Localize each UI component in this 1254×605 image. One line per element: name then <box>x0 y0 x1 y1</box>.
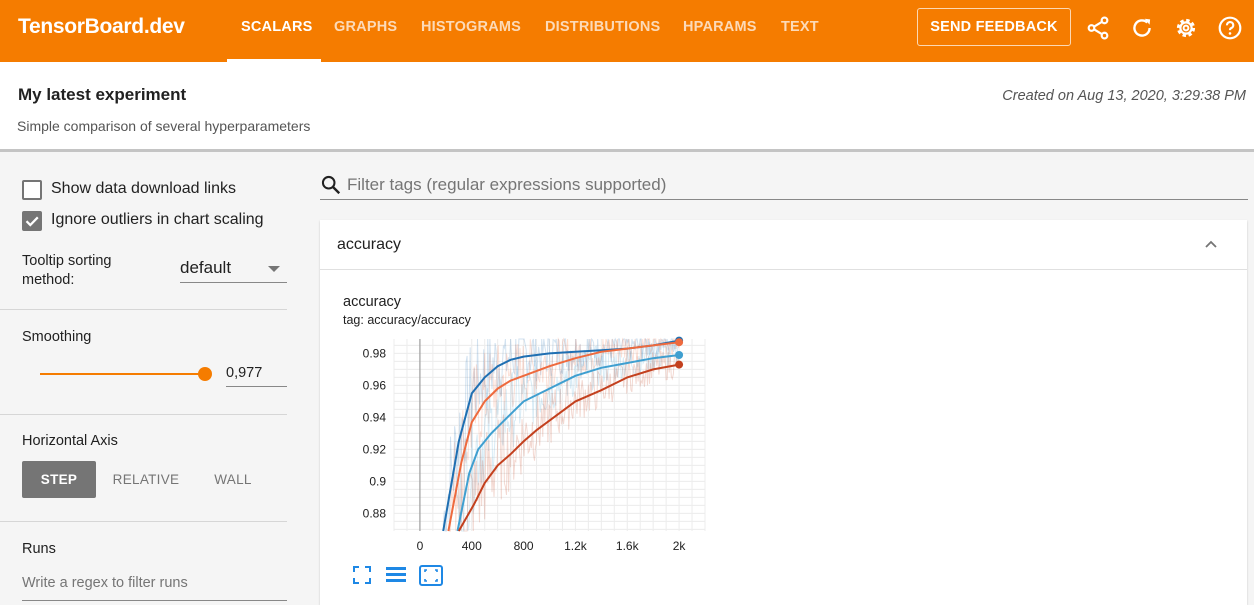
card-title: accuracy <box>337 236 402 253</box>
toggle-y-log-icon[interactable] <box>385 565 407 585</box>
tab-hparams[interactable]: HPARAMS <box>683 19 757 35</box>
smoothing-value-input[interactable]: 0,977 <box>226 362 287 387</box>
smoothing-slider-thumb[interactable] <box>198 367 212 381</box>
help-icon[interactable] <box>1217 15 1243 41</box>
dropdown-arrow-icon <box>268 266 280 272</box>
tooltip-sorting-label-line1: Tooltip sorting <box>22 253 112 269</box>
sidebar-divider <box>0 521 287 522</box>
send-feedback-button[interactable]: SEND FEEDBACK <box>917 8 1071 46</box>
y-tick-label: 0.92 <box>363 442 387 456</box>
share-icon[interactable] <box>1085 15 1111 41</box>
tooltip-sorting-label: Tooltip sorting method: <box>22 252 142 290</box>
runs-label: Runs <box>22 541 56 557</box>
settings-gear-icon[interactable] <box>1173 15 1199 41</box>
chevron-up-icon[interactable] <box>1203 236 1219 252</box>
experiment-created-timestamp: Created on Aug 13, 2020, 3:29:38 PM <box>1002 88 1246 104</box>
tab-graphs[interactable]: GRAPHS <box>334 19 397 35</box>
show-download-links-label: Show data download links <box>51 180 237 197</box>
y-tick-label: 0.88 <box>363 506 387 520</box>
search-icon <box>321 175 341 195</box>
smoothing-label: Smoothing <box>22 329 92 345</box>
checkmark-icon <box>25 216 39 227</box>
x-tick-label: 800 <box>514 539 534 553</box>
horizontal-axis-label: Horizontal Axis <box>22 433 118 449</box>
tab-distributions[interactable]: DISTRIBUTIONS <box>545 19 660 35</box>
ignore-outliers-checkbox[interactable] <box>22 211 42 231</box>
app-brand[interactable]: TensorBoard.dev <box>18 15 185 39</box>
x-tick-label: 2k <box>673 539 687 553</box>
show-download-links-checkbox[interactable] <box>22 180 42 200</box>
tag-filter-input[interactable]: Filter tags (regular expressions support… <box>320 170 1248 200</box>
x-tick-label: 0 <box>417 539 424 553</box>
y-tick-label: 0.98 <box>363 346 387 360</box>
y-tick-label: 0.96 <box>363 378 387 392</box>
series-end-point <box>675 351 684 359</box>
fit-domain-icon[interactable] <box>419 565 443 586</box>
haxis-relative-button[interactable]: RELATIVE <box>104 461 188 498</box>
chart-title: accuracy <box>343 294 402 310</box>
y-tick-label: 0.9 <box>369 474 386 488</box>
top-app-bar: TensorBoard.dev SCALARS GRAPHS HISTOGRAM… <box>0 0 1254 62</box>
accuracy-line-chart[interactable]: 0.88 0.9 0.92 0.94 0.96 0.98 0 400 800 1.2k 1.6k 2k <box>330 336 710 561</box>
smoothing-slider-track[interactable] <box>40 373 205 375</box>
experiment-title: My latest experiment <box>18 85 187 104</box>
tooltip-sorting-value: default <box>180 258 232 277</box>
fullscreen-icon[interactable] <box>352 565 372 585</box>
card-header[interactable]: accuracy <box>320 220 1247 270</box>
tab-histograms[interactable]: HISTOGRAMS <box>421 19 521 35</box>
tag-filter-placeholder: Filter tags (regular expressions support… <box>347 175 667 194</box>
runs-filter-input[interactable]: Write a regex to filter runs <box>22 575 287 601</box>
refresh-icon[interactable] <box>1129 15 1155 41</box>
ignore-outliers-label: Ignore outliers in chart scaling <box>51 211 264 228</box>
chart-tag: tag: accuracy/accuracy <box>343 313 471 327</box>
tab-scalars[interactable]: SCALARS <box>241 19 313 35</box>
x-tick-label: 1.2k <box>564 539 588 553</box>
series-end-point <box>675 360 684 369</box>
y-tick-label: 0.94 <box>363 410 387 424</box>
haxis-step-button[interactable]: STEP <box>22 461 96 498</box>
sidebar-divider <box>0 414 287 415</box>
x-tick-label: 1.6k <box>616 539 640 553</box>
haxis-wall-button[interactable]: WALL <box>200 461 266 498</box>
experiment-description: Simple comparison of several hyperparame… <box>17 118 311 134</box>
tab-text[interactable]: TEXT <box>781 19 819 35</box>
tooltip-sorting-select[interactable]: default <box>180 255 287 283</box>
settings-sidebar: Show data download links Ignore outliers… <box>0 155 300 605</box>
experiment-header: My latest experiment Simple comparison o… <box>0 62 1254 152</box>
series-end-point <box>675 338 684 347</box>
x-tick-label: 400 <box>462 539 482 553</box>
sidebar-divider <box>0 309 287 310</box>
tooltip-sorting-label-line2: method: <box>22 272 75 288</box>
